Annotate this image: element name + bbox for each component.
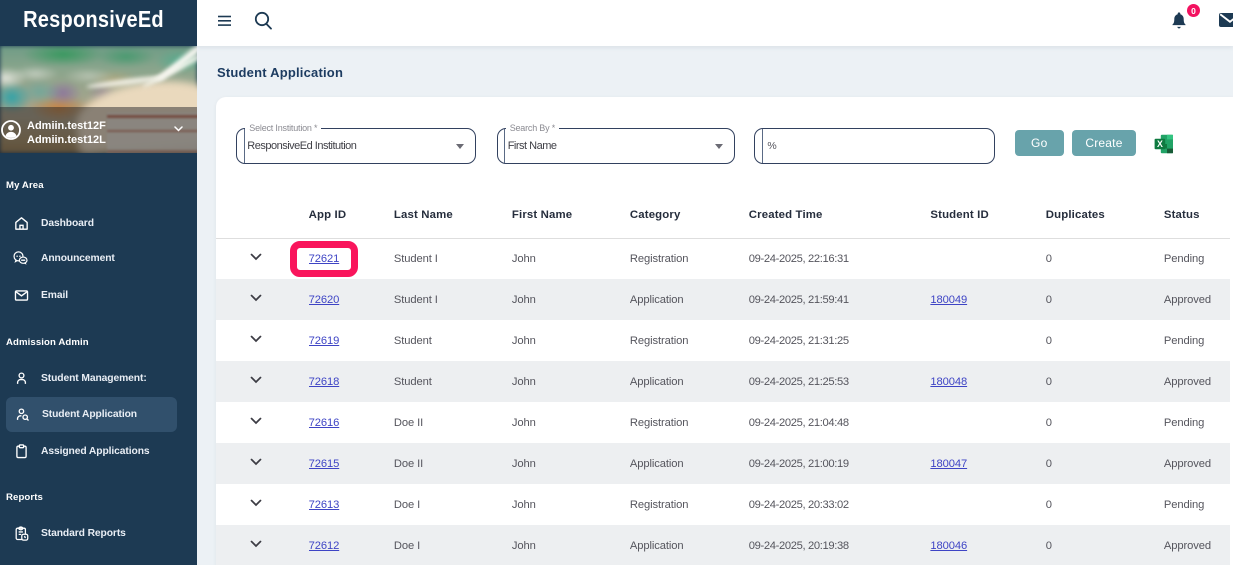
svg-text:X: X (1157, 139, 1163, 149)
